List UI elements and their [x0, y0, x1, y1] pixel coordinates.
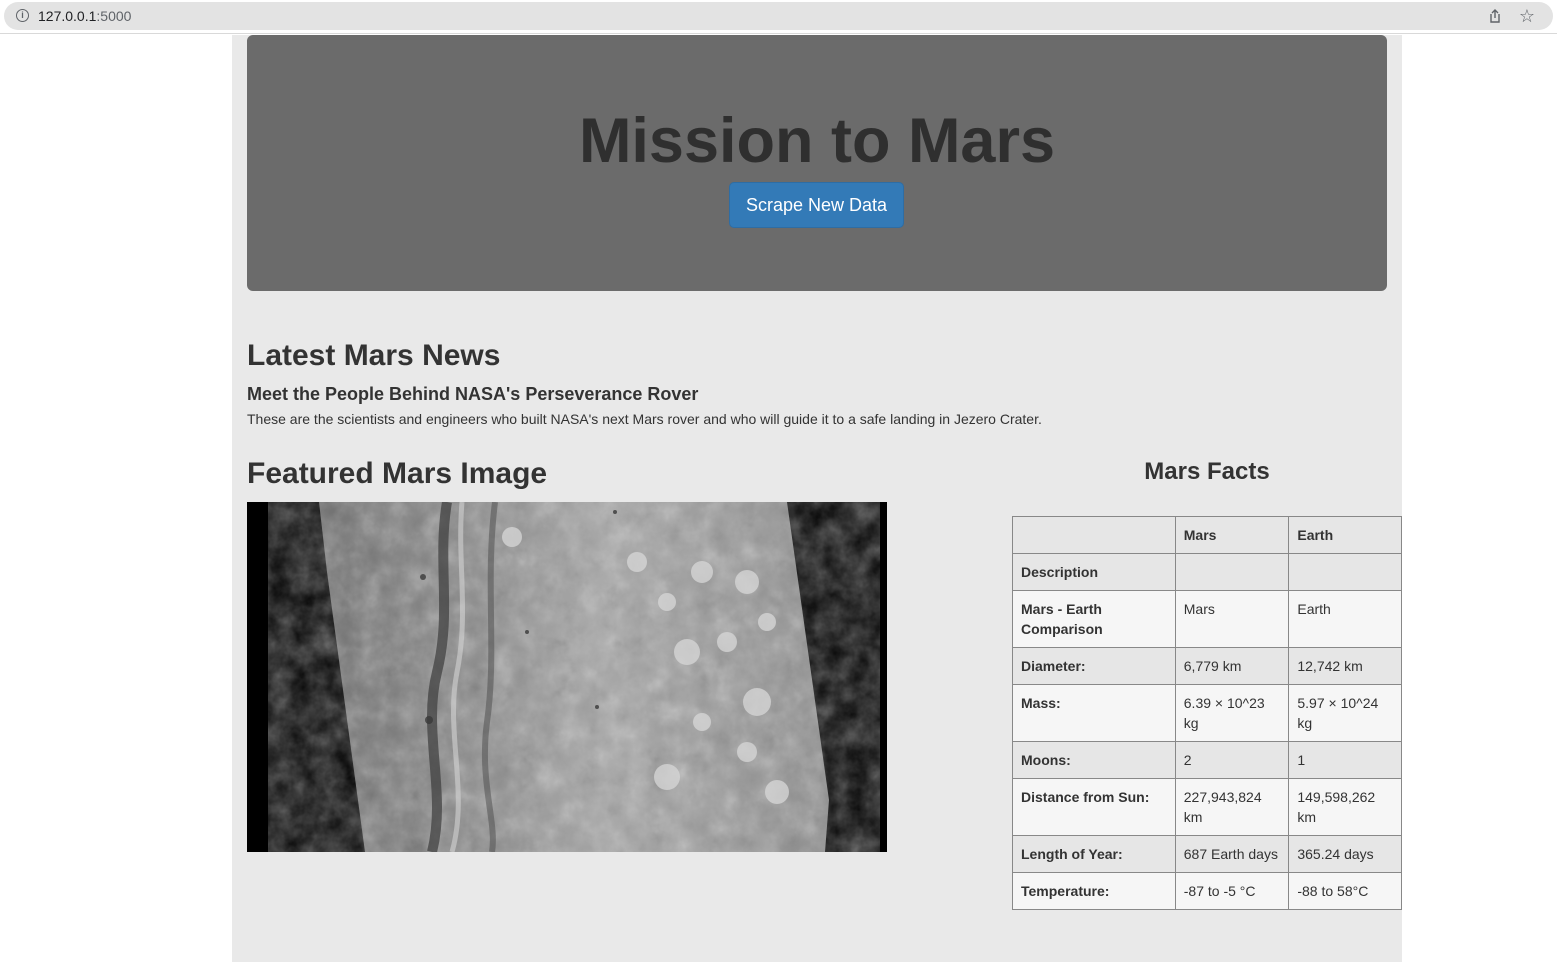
table-row: Description	[1012, 553, 1402, 591]
column-header-blank	[1012, 516, 1176, 554]
earth-value: 365.24 days	[1288, 835, 1402, 873]
mars-value: 687 Earth days	[1174, 835, 1290, 873]
table-row: Temperature: -87 to -5 °C -88 to 58°C	[1012, 872, 1402, 910]
table-row: Mars - Earth Comparison Mars Earth	[1012, 590, 1402, 648]
scrape-new-data-button[interactable]: Scrape New Data	[729, 182, 904, 228]
earth-value: 5.97 × 10^24 kg	[1288, 684, 1402, 742]
earth-value: 12,742 km	[1288, 647, 1402, 685]
table-header-row: Mars Earth	[1012, 516, 1402, 554]
latest-news-heading: Latest Mars News	[247, 339, 501, 372]
url-host: 127.0.0.1	[38, 8, 97, 24]
row-label: Distance from Sun:	[1012, 778, 1176, 836]
row-label: Moons:	[1012, 741, 1176, 779]
mars-value: 2	[1174, 741, 1290, 779]
browser-toolbar: i 127.0.0.1:5000 ☆	[0, 0, 1557, 34]
page-title: Mission to Mars	[578, 106, 1056, 176]
row-label: Length of Year:	[1012, 835, 1176, 873]
table-row: Distance from Sun: 227,943,824 km 149,59…	[1012, 778, 1402, 836]
mars-value: 227,943,824 km	[1174, 778, 1290, 836]
url-port: :5000	[96, 8, 132, 24]
bookmark-star-icon[interactable]: ☆	[1519, 6, 1535, 26]
row-label: Mass:	[1012, 684, 1176, 742]
column-header-mars: Mars	[1174, 516, 1290, 554]
news-teaser: These are the scientists and engineers w…	[247, 411, 1042, 427]
column-header-earth: Earth	[1288, 516, 1402, 554]
mars-value: 6,779 km	[1174, 647, 1290, 685]
table-row: Diameter: 6,779 km 12,742 km	[1012, 647, 1402, 685]
table-row: Length of Year: 687 Earth days 365.24 da…	[1012, 835, 1402, 873]
row-label: Temperature:	[1012, 872, 1176, 910]
featured-mars-image	[247, 502, 887, 852]
row-label: Description	[1012, 553, 1176, 591]
page-container: Mission to Mars Scrape New Data Latest M…	[232, 35, 1402, 962]
earth-value	[1288, 553, 1402, 591]
row-label: Mars - Earth Comparison	[1012, 590, 1176, 648]
mars-facts-table: Mars Earth Description Mars - Earth Comp…	[1012, 516, 1402, 910]
address-bar[interactable]: i 127.0.0.1:5000 ☆	[4, 2, 1553, 30]
earth-value: 149,598,262 km	[1288, 778, 1402, 836]
featured-image-heading: Featured Mars Image	[247, 457, 548, 490]
jumbotron: Mission to Mars Scrape New Data	[247, 35, 1387, 291]
mars-value: Mars	[1174, 590, 1290, 648]
mars-value	[1174, 553, 1290, 591]
table-row: Moons: 2 1	[1012, 741, 1402, 779]
table-row: Mass: 6.39 × 10^23 kg 5.97 × 10^24 kg	[1012, 684, 1402, 742]
share-icon[interactable]	[1487, 8, 1503, 24]
news-title: Meet the People Behind NASA's Perseveran…	[247, 384, 699, 404]
earth-value: Earth	[1288, 590, 1402, 648]
mars-value: -87 to -5 °C	[1174, 872, 1290, 910]
earth-value: -88 to 58°C	[1288, 872, 1402, 910]
mars-value: 6.39 × 10^23 kg	[1174, 684, 1290, 742]
url-text[interactable]: 127.0.0.1:5000	[38, 8, 131, 24]
row-label: Diameter:	[1012, 647, 1176, 685]
mars-surface-image	[247, 502, 887, 852]
info-icon[interactable]: i	[16, 9, 29, 22]
earth-value: 1	[1288, 741, 1402, 779]
mars-facts-heading: Mars Facts	[1144, 458, 1270, 485]
